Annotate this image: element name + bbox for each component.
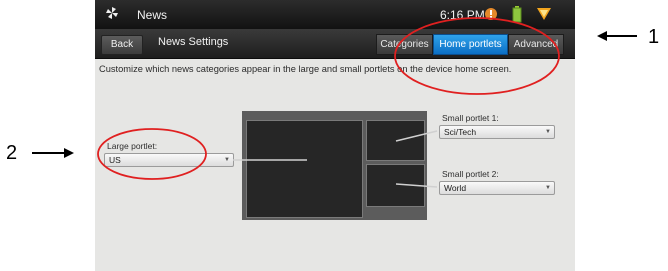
highlight-circle-tabs	[394, 17, 560, 95]
highlight-circle-large-portlet	[97, 128, 207, 180]
highlight-circles	[97, 17, 560, 180]
